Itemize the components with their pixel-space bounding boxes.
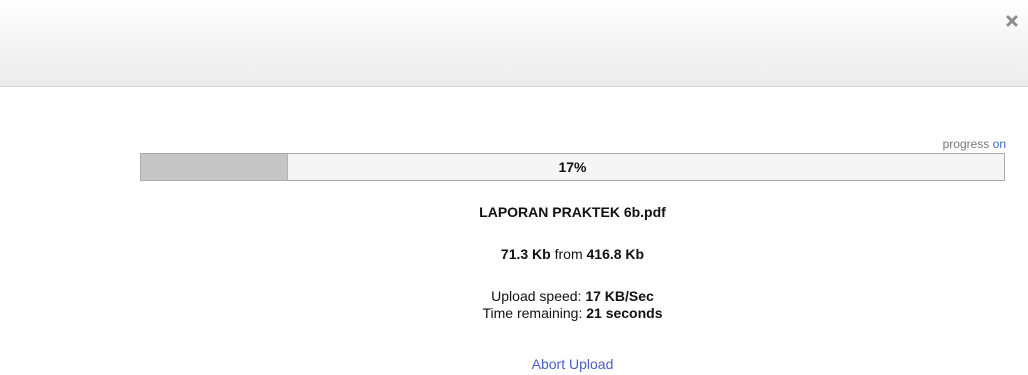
upload-stats: Upload speed: 17 KB/Sec Time remaining: … [140,288,1005,322]
close-icon [1006,15,1018,27]
progress-toggle: progress on [943,137,1006,151]
close-button[interactable] [1004,13,1020,29]
progress-toggle-on-link[interactable]: on [993,137,1006,151]
upload-dialog: progress on 17% LAPORAN PRAKTEK 6b.pdf 7… [0,0,1028,375]
upload-speed-value: 17 KB/Sec [585,288,654,304]
dialog-header [0,0,1028,87]
from-word: from [554,246,583,262]
upload-speed-label: Upload speed: [491,288,582,304]
file-name: LAPORAN PRAKTEK 6b.pdf [479,204,666,220]
time-remaining-line: Time remaining: 21 seconds [140,305,1005,322]
transfer-size: 71.3 Kb from 416.8 Kb [140,246,1005,262]
progress-percent: 17% [558,159,587,175]
time-remaining-value: 21 seconds [586,305,663,321]
abort-upload-link[interactable]: Abort Upload [140,356,1005,372]
upload-speed-line: Upload speed: 17 KB/Sec [140,288,1005,305]
uploaded-size: 71.3 Kb [500,246,551,262]
total-size: 416.8 Kb [586,246,645,262]
progress-toggle-label: progress [942,137,990,151]
time-remaining-label: Time remaining: [482,305,583,321]
progress-bar: 17% [140,153,1005,181]
upload-content: progress on 17% LAPORAN PRAKTEK 6b.pdf 7… [0,87,1028,375]
